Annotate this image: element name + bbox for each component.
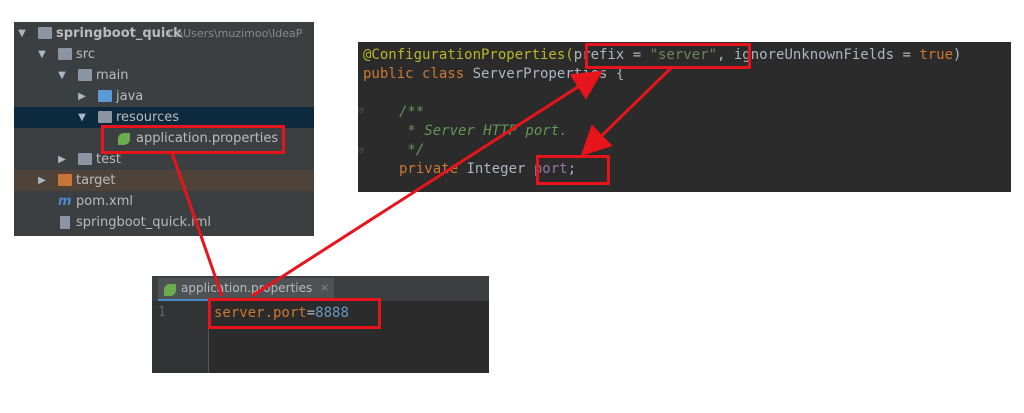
arrow-props-to-prefix	[251, 70, 604, 298]
arrow-tree-to-props	[170, 152, 224, 297]
annotation-arrows	[170, 66, 673, 298]
arrow-prefix-to-port	[580, 66, 673, 157]
